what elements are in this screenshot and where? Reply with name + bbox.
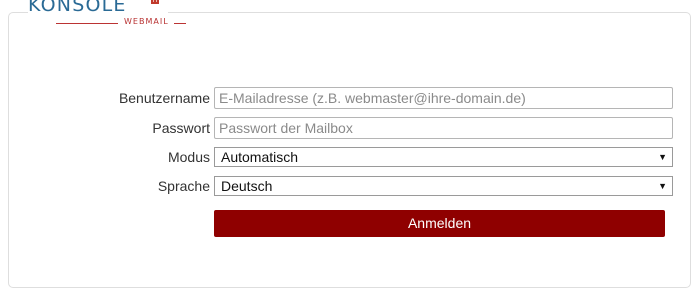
logo-divider-left	[56, 23, 118, 24]
chevron-down-icon: ▼	[658, 181, 667, 191]
mode-label-row: Modus	[0, 146, 210, 168]
username-label-row: Benutzername	[0, 87, 210, 109]
mode-select[interactable]: Automatisch ▼	[214, 147, 673, 167]
mode-label: Modus	[167, 149, 210, 165]
logo-brand-text: KONSOLE	[28, 0, 127, 16]
logo-badge-icon: H	[151, 0, 159, 4]
logo-subtitle: WEBMAIL	[56, 16, 186, 28]
mode-selected-value: Automatisch	[221, 149, 299, 165]
language-label-row: Sprache	[0, 175, 210, 197]
username-input[interactable]	[214, 87, 673, 109]
konsole-webmail-logo: KONSOLE H WEBMAIL	[28, 0, 186, 30]
username-label: Benutzername	[118, 90, 210, 106]
language-label: Sprache	[157, 178, 210, 194]
password-label-row: Passwort	[0, 117, 210, 139]
login-button[interactable]: Anmelden	[214, 210, 665, 237]
password-input[interactable]	[214, 117, 673, 139]
logo-divider-right	[174, 23, 186, 24]
chevron-down-icon: ▼	[658, 152, 667, 162]
language-selected-value: Deutsch	[221, 178, 273, 194]
language-select[interactable]: Deutsch ▼	[214, 176, 673, 196]
login-page: KONSOLE H WEBMAIL Benutzername Passwort …	[0, 0, 700, 300]
password-label: Passwort	[152, 120, 210, 136]
logo-sub-text: WEBMAIL	[124, 17, 169, 26]
